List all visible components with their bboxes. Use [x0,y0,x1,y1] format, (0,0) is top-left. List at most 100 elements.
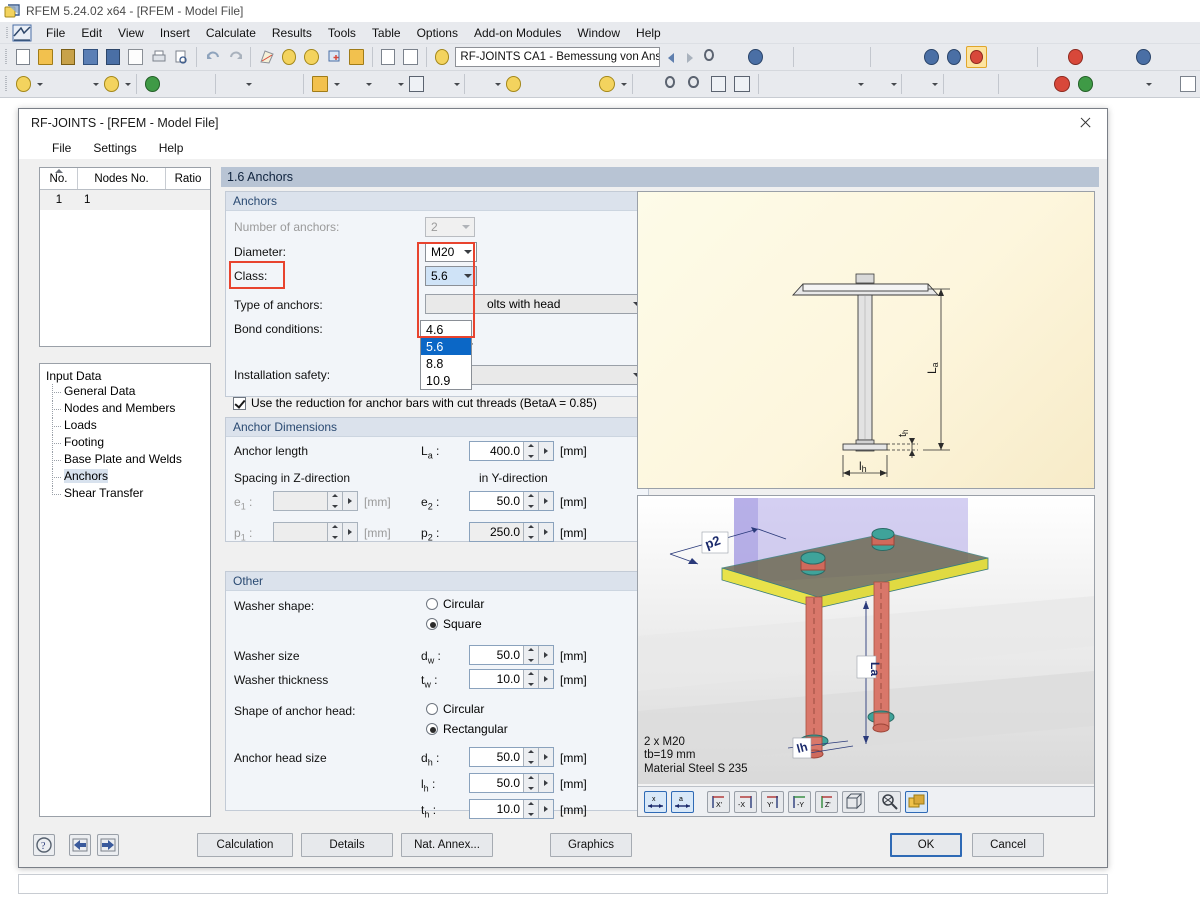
show-dim-a-icon[interactable]: a [671,790,694,813]
more-button-icon[interactable] [538,492,553,510]
more-button-icon[interactable] [538,800,553,818]
view-y-icon[interactable] [787,73,808,95]
cross-icon[interactable] [1111,46,1132,68]
line-icon[interactable] [45,73,66,95]
gear-icon[interactable] [1178,46,1199,68]
view-neg-x-icon[interactable]: -X [734,790,757,813]
material-icon[interactable] [429,73,450,95]
member-support-icon[interactable] [165,73,186,95]
column-header-ratio[interactable]: Ratio [166,168,210,189]
color-scale-icon[interactable] [1028,73,1049,95]
zoom-icon[interactable] [700,46,721,68]
undo-icon[interactable] [202,46,223,68]
node-icon[interactable] [13,73,34,95]
node-display-icon[interactable] [1075,73,1096,95]
area-load-icon[interactable] [277,73,298,95]
mesh-dropdown-icon[interactable] [396,73,405,95]
help-icon[interactable]: ? [33,834,55,856]
train2-icon[interactable] [844,46,865,68]
save-icon[interactable] [103,46,124,68]
menu-options[interactable]: Options [409,23,466,43]
load-case-dropdown-icon[interactable] [332,73,341,95]
zoom-target-icon[interactable] [301,46,322,68]
details-button[interactable]: Details [301,833,393,857]
next-icon[interactable] [97,834,119,856]
spinner-buttons[interactable] [523,646,538,664]
clipboard-icon[interactable] [125,46,146,68]
solid-icon[interactable] [189,73,210,95]
spinner-buttons[interactable] [523,748,538,766]
clip-icon[interactable] [907,73,928,95]
next-module-icon[interactable] [680,46,699,68]
view-x-icon[interactable] [764,73,785,95]
menu-calculate[interactable]: Calculate [198,23,264,43]
save-model-icon[interactable] [80,46,101,68]
deformation-dropdown-icon[interactable] [889,73,898,95]
nodal-load-icon[interactable] [221,73,242,95]
class-option-10-9[interactable]: 10.9 [421,372,471,389]
spinner-buttons[interactable] [523,670,538,688]
zoom-result-icon[interactable] [745,46,766,68]
sidebar-item-loads[interactable]: Loads [44,418,208,435]
new-file-icon[interactable] [13,46,34,68]
view-iso2-icon[interactable] [731,73,752,95]
render-icon[interactable] [256,46,277,68]
window-select-icon[interactable] [1011,46,1032,68]
zoom-point-icon[interactable] [279,46,300,68]
column-header-no[interactable]: No. [40,168,78,189]
view-z-icon[interactable]: Z' [815,790,838,813]
menu-file[interactable]: File [38,23,73,43]
spinner-buttons[interactable] [523,800,538,818]
legend-dropdown-icon[interactable] [1144,73,1153,95]
more-button-icon[interactable] [538,523,553,541]
menu-tools[interactable]: Tools [320,23,364,43]
sidebar-item-shear-transfer[interactable]: Shear Transfer [44,486,208,503]
view-node-icon[interactable] [921,46,942,68]
nat-annex-button[interactable]: Nat. Annex... [401,833,493,857]
th-input[interactable]: 10.0 [469,799,554,819]
menu-window[interactable]: Window [569,23,628,43]
class-option-5-6[interactable]: 5.6 [421,338,471,355]
anchor-3d-view[interactable]: p2 La lh 2 x M20 tb=19 mm Material Steel… [637,495,1095,817]
nodal-result-icon[interactable] [503,73,524,95]
table-icon[interactable] [400,46,421,68]
calculation-button[interactable]: Calculation [197,833,293,857]
column-header-nodes-no[interactable]: Nodes No. [78,168,166,189]
dialog-menu-help[interactable]: Help [148,139,195,157]
reduction-checkbox[interactable]: Use the reduction for anchor bars with c… [233,396,597,410]
line-load-icon[interactable] [253,73,274,95]
view-iso-icon[interactable] [708,73,729,95]
ruler-icon[interactable] [949,73,970,95]
member-icon[interactable] [68,73,89,95]
zoom-window-icon[interactable] [661,73,682,95]
ok-button[interactable]: OK [890,833,962,857]
p2-input[interactable]: 250.0 [469,522,554,542]
info-icon[interactable] [1133,46,1154,68]
table-display-icon[interactable] [1177,73,1198,95]
measure-icon[interactable] [1043,46,1064,68]
class-combo[interactable]: 5.6 [425,266,477,286]
table-row[interactable]: 1 1 [40,190,210,210]
open-folder-icon[interactable] [35,46,56,68]
surface-icon[interactable] [101,73,122,95]
sidebar-item-nodes-and-members[interactable]: Nodes and Members [44,401,208,418]
toolbar1-grip[interactable] [3,47,10,67]
more-button-icon[interactable] [538,774,553,792]
mirror-icon[interactable] [1088,46,1109,68]
dim-xx2-icon[interactable] [768,46,789,68]
support-display-icon[interactable] [1154,73,1175,95]
sidebar-item-general-data[interactable]: General Data [44,384,208,401]
dim-xx-icon[interactable] [723,46,744,68]
menu-view[interactable]: View [110,23,152,43]
surface-dropdown-icon[interactable] [123,73,132,95]
spinner-buttons[interactable] [523,492,538,510]
tree-root-input-data[interactable]: Input Data [44,368,208,384]
surface-result-icon[interactable] [573,73,594,95]
menu-table[interactable]: Table [364,23,409,43]
cancel-button[interactable]: Cancel [972,833,1044,857]
mesh-icon[interactable] [374,73,395,95]
view-z-icon[interactable] [811,73,832,95]
window-icon[interactable] [346,46,367,68]
menu-addon-modules[interactable]: Add-on Modules [466,23,569,43]
nodal-load-dropdown-icon[interactable] [244,73,253,95]
